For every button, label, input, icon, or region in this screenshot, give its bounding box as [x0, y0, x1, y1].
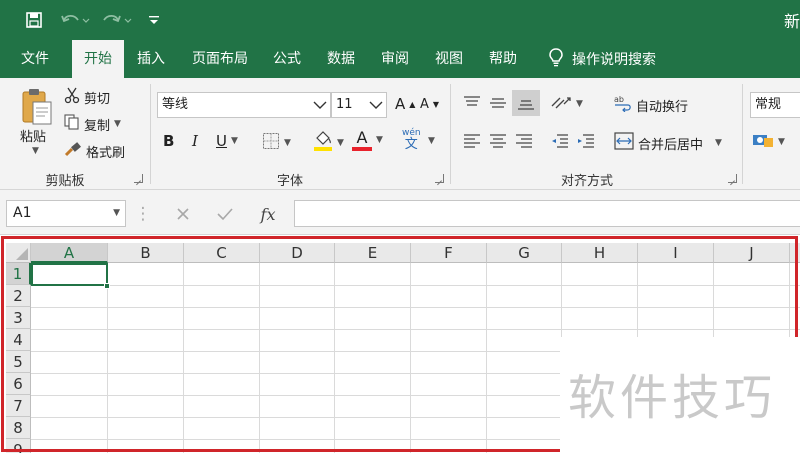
chevron-down-icon: [369, 93, 383, 117]
bold-button[interactable]: B: [163, 132, 174, 150]
tab-view[interactable]: 视图: [426, 40, 472, 78]
borders-button[interactable]: ▼: [262, 132, 291, 154]
phonetic-dropdown[interactable]: ▼: [428, 136, 435, 146]
ribbon: 粘贴 ▼ 剪切 复制 ▼ 格式刷 剪贴板 等线 11 A ▲ A ▼ B I U ▼ …: [0, 78, 800, 190]
fill-color-button[interactable]: ▼: [313, 130, 344, 156]
scissors-icon: [64, 86, 80, 108]
customize-toolbar-icon[interactable]: [146, 9, 162, 31]
copy-dropdown-icon[interactable]: ▼: [114, 119, 121, 129]
paste-dropdown[interactable]: ▼: [32, 146, 39, 156]
tab-home[interactable]: 开始: [72, 40, 124, 78]
phonetic-guide-button[interactable]: wén 文: [402, 128, 421, 151]
check-icon[interactable]: [214, 202, 236, 226]
font-size-select[interactable]: 11: [331, 92, 387, 118]
watermark-text: 软件技巧: [568, 370, 777, 426]
undo-icon[interactable]: [58, 9, 92, 31]
insert-function-button[interactable]: fx: [256, 202, 280, 226]
lightbulb-icon: [548, 47, 564, 71]
currency-icon: [752, 132, 774, 152]
grow-font-button[interactable]: A ▲: [395, 95, 415, 113]
font-color-button[interactable]: A ▼: [352, 128, 383, 152]
window-title: 新: [784, 12, 800, 31]
merge-cells-icon: [614, 132, 634, 154]
orientation-button[interactable]: ▼: [550, 94, 583, 114]
text-orientation-icon: [550, 94, 572, 114]
clipboard-group-label: 剪贴板: [45, 174, 85, 189]
font-group-label: 字体: [276, 174, 303, 189]
shrink-font-button[interactable]: A ▼: [420, 97, 439, 112]
align-center-icon[interactable]: [488, 132, 508, 150]
paintbrush-icon: [64, 141, 82, 161]
clipboard-launcher-icon[interactable]: [134, 174, 143, 183]
font-launcher-icon[interactable]: [435, 174, 444, 183]
cancel-icon[interactable]: [172, 202, 194, 226]
border-icon: [262, 132, 280, 154]
align-left-icon[interactable]: [462, 132, 482, 150]
tab-review[interactable]: 审阅: [372, 40, 418, 78]
formula-bar-grip-icon[interactable]: ⋮: [135, 202, 152, 226]
svg-text:ab: ab: [614, 95, 624, 104]
ribbon-separator: [450, 84, 451, 184]
tab-formulas[interactable]: 公式: [264, 40, 310, 78]
ribbon-tabs: 文件 开始 插入 页面布局 公式 数据 审阅 视图 帮助 操作说明搜索: [0, 40, 800, 78]
redo-icon[interactable]: [100, 9, 134, 31]
copy-button[interactable]: 复制 ▼: [64, 113, 121, 135]
ribbon-separator: [742, 84, 743, 184]
italic-button[interactable]: I: [192, 132, 198, 150]
title-bar: 新: [0, 0, 800, 40]
paste-button[interactable]: 粘贴: [20, 126, 46, 145]
format-painter-button[interactable]: 格式刷: [64, 141, 125, 161]
alignment-launcher-icon[interactable]: [728, 174, 737, 183]
chevron-down-icon: ▼: [113, 208, 120, 218]
wrap-text-icon: ab: [614, 94, 632, 116]
ribbon-separator: [150, 84, 151, 184]
increase-indent-icon[interactable]: [576, 132, 596, 150]
wrap-text-button[interactable]: ab 自动换行: [614, 94, 688, 116]
formula-input[interactable]: [294, 200, 800, 227]
font-name-select[interactable]: 等线: [157, 92, 331, 118]
accounting-format-button[interactable]: ▼: [752, 132, 785, 152]
tab-file[interactable]: 文件: [8, 40, 62, 78]
decrease-indent-icon[interactable]: [550, 132, 570, 150]
formula-bar: A1 ▼ ⋮ fx: [0, 190, 800, 235]
underline-button[interactable]: U ▼: [216, 132, 238, 150]
copy-icon: [64, 113, 80, 135]
align-middle-icon[interactable]: [488, 94, 508, 112]
paint-bucket-icon: [313, 130, 333, 156]
name-box[interactable]: A1 ▼: [6, 200, 126, 227]
cut-button[interactable]: 剪切: [64, 86, 110, 108]
align-bottom-icon[interactable]: [512, 90, 540, 116]
tab-data[interactable]: 数据: [318, 40, 364, 78]
tell-me-search[interactable]: 操作说明搜索: [548, 40, 656, 78]
tab-help[interactable]: 帮助: [480, 40, 526, 78]
paste-icon[interactable]: [18, 86, 54, 126]
tab-page-layout[interactable]: 页面布局: [184, 40, 256, 78]
merge-center-button[interactable]: 合并后居中 ▼: [614, 132, 722, 154]
tell-me-label: 操作说明搜索: [572, 52, 656, 68]
tab-insert[interactable]: 插入: [128, 40, 174, 78]
align-top-icon[interactable]: [462, 94, 482, 112]
chevron-down-icon: [313, 93, 327, 117]
align-right-icon[interactable]: [514, 132, 534, 150]
save-icon[interactable]: [22, 9, 46, 31]
number-format-select[interactable]: 常规: [750, 92, 800, 118]
alignment-group-label: 对齐方式: [560, 174, 613, 189]
font-color-icon: A: [352, 128, 372, 152]
